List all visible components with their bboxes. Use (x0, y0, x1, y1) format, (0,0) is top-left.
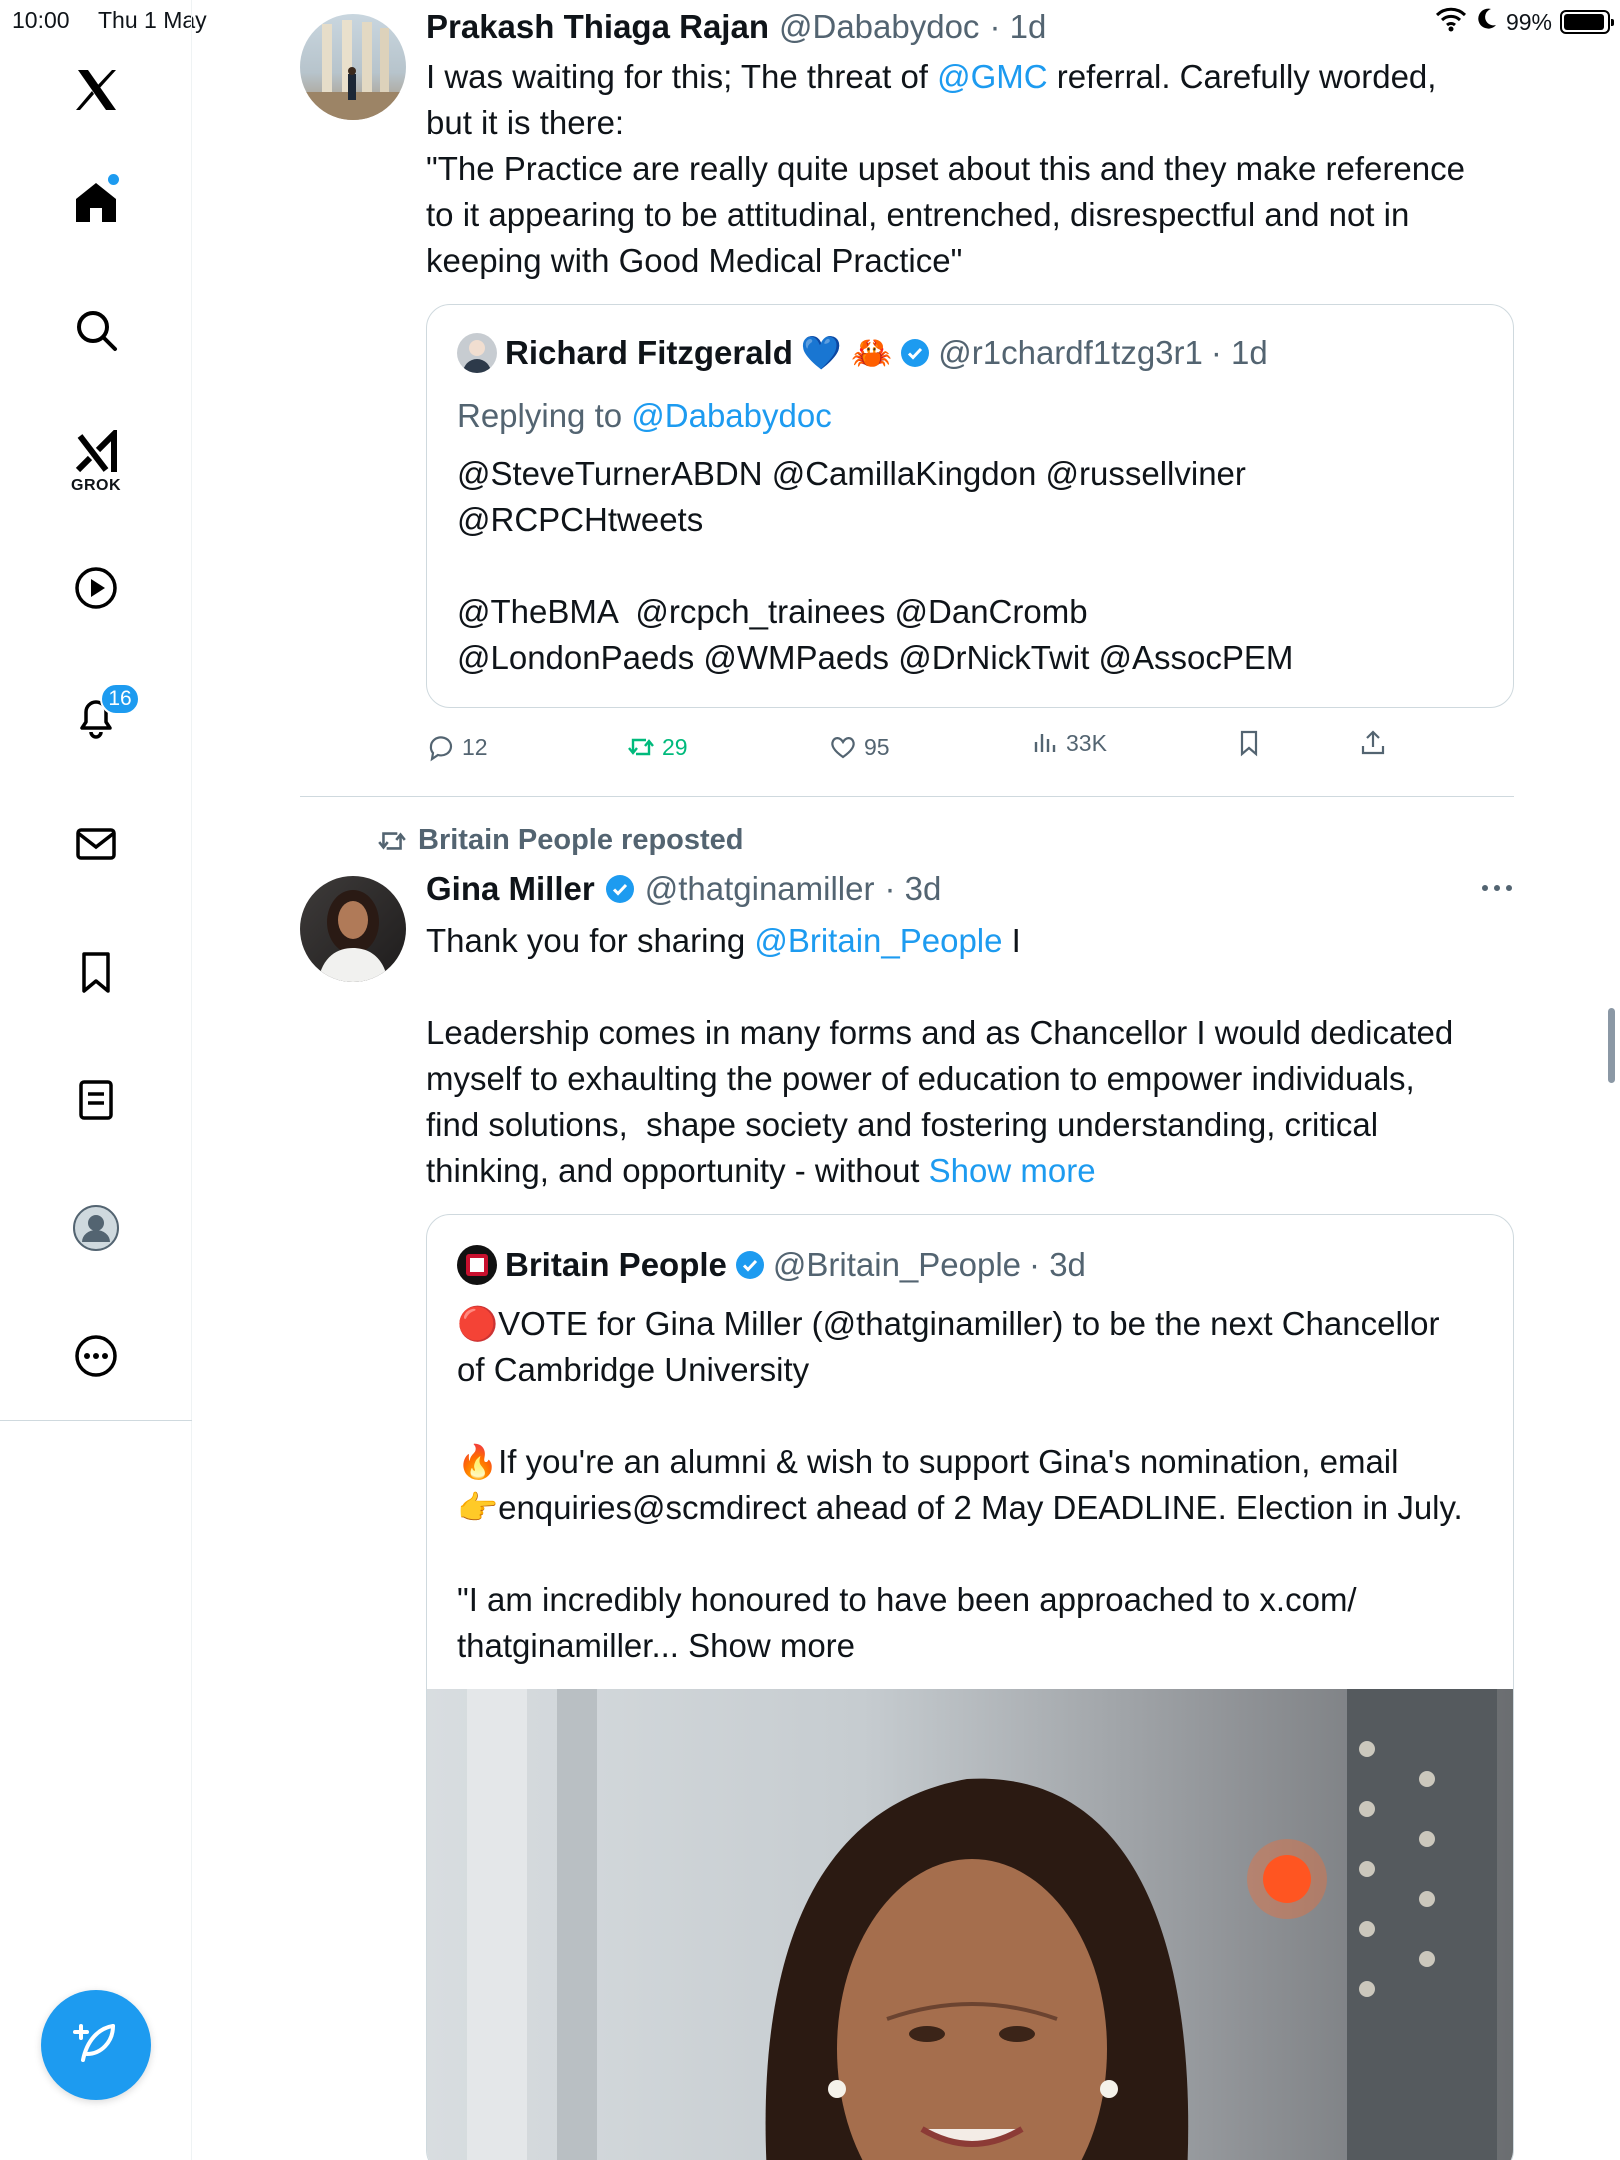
notifications-badge: 16 (100, 683, 140, 715)
quote-time: · 1d (1210, 334, 1268, 371)
views-button[interactable]: 33K (1030, 728, 1107, 758)
verified-badge-icon (901, 339, 930, 367)
scrollbar[interactable] (1608, 1008, 1615, 1083)
repost-icon (628, 738, 654, 756)
sidebar: GROK 16 (0, 0, 192, 2160)
avatar[interactable] (300, 14, 406, 120)
bookmark-icon (1240, 730, 1258, 757)
tweet-time[interactable]: · 1d (989, 8, 1046, 46)
profile-icon[interactable] (66, 1198, 126, 1258)
quote-time: · 3d (1029, 1246, 1086, 1283)
avatar[interactable] (300, 876, 406, 982)
tweet-header: Gina Miller @thatginamiller · 3d (426, 870, 941, 908)
quote-photo[interactable] (427, 1689, 1513, 2160)
compose-button[interactable] (41, 1990, 151, 2100)
views-icon (1034, 734, 1056, 752)
quote-author-name: Richard Fitzgerald (505, 334, 793, 371)
replying-handle-link[interactable]: @Dababydoc (631, 397, 831, 434)
gina-miller-photo (467, 1689, 1497, 2160)
author-name[interactable]: Prakash Thiaga Rajan (426, 8, 769, 46)
view-count: 33K (1066, 729, 1107, 756)
quoted-tweet[interactable]: Britain People @Britain_People · 3d 🔴VOT… (426, 1214, 1514, 2160)
tweet-text: Thank you for sharing (426, 922, 755, 959)
repost-count: 29 (662, 733, 688, 760)
tweet-body: Thank you for sharing @Britain_People I … (426, 918, 1526, 1194)
play-icon[interactable] (66, 558, 126, 618)
quote-header: Richard Fitzgerald 💙 🦀 @r1chardf1tzg3r1 … (457, 333, 1268, 373)
repost-context: Britain People reposted (376, 824, 744, 857)
battery-percent: 99% (1505, 8, 1552, 35)
quote-author-handle: @r1chardf1tzg3r1 (938, 334, 1203, 371)
quote-author-handle: @Britain_People (772, 1246, 1022, 1283)
author-name[interactable]: Gina Miller (426, 870, 595, 908)
ellipsis-icon (1482, 885, 1512, 891)
verified-badge-icon (605, 875, 634, 903)
repost-label[interactable]: Britain People reposted (418, 824, 744, 857)
replying-to: Replying to @Dababydoc (457, 393, 832, 439)
tweet-header: Prakash Thiaga Rajan @Dababydoc · 1d (426, 8, 1046, 46)
quote-avatar[interactable] (457, 333, 497, 373)
mention-link[interactable]: @GMC (937, 58, 1048, 95)
x-logo-icon[interactable] (66, 60, 126, 120)
mail-icon[interactable] (66, 814, 126, 874)
replying-label: Replying to (457, 397, 632, 434)
wifi-icon (1434, 5, 1468, 39)
mention-link[interactable]: @Britain_People (754, 922, 1002, 959)
like-count: 95 (864, 733, 890, 760)
search-icon[interactable] (66, 300, 126, 360)
tweet-time[interactable]: · 3d (884, 870, 941, 908)
compose-feather-icon (73, 2024, 115, 2062)
reply-icon (429, 736, 453, 762)
tweet-divider (300, 796, 1514, 797)
battery-icon (1560, 10, 1614, 34)
more-icon[interactable] (66, 1326, 126, 1386)
tweet-text: I Leadership comes in many forms and as … (426, 922, 1454, 1189)
reply-button[interactable]: 12 (426, 732, 488, 762)
heart-icon (831, 737, 855, 759)
verified-badge-icon (735, 1251, 764, 1279)
tweet-body: I was waiting for this; The threat of @G… (426, 54, 1526, 284)
quote-avatar[interactable] (457, 1245, 497, 1285)
like-button[interactable]: 95 (828, 732, 890, 762)
bookmark-button[interactable] (1234, 728, 1264, 758)
more-options-button[interactable] (1480, 878, 1514, 903)
grok-icon[interactable] (66, 424, 126, 484)
share-icon (1361, 730, 1385, 755)
repost-button[interactable]: 29 (626, 732, 688, 762)
share-button[interactable] (1358, 728, 1388, 758)
quote-author-name: Britain People (505, 1246, 727, 1283)
status-right: 99% (1434, 5, 1614, 39)
quote-text: @SteveTurnerABDN @CamillaKingdon @russel… (457, 455, 1294, 676)
moon-icon (1476, 7, 1498, 37)
grok-label: GROK (71, 477, 121, 494)
heart-crab-emoji: 💙 🦀 (800, 333, 893, 371)
author-handle[interactable]: @thatginamiller (645, 870, 875, 908)
list-icon[interactable] (66, 1070, 126, 1130)
home-unread-dot (108, 174, 119, 185)
quote-header: Britain People @Britain_People · 3d (457, 1245, 1086, 1285)
bookmark-icon[interactable] (66, 942, 126, 1002)
repost-icon (378, 831, 406, 850)
quoted-tweet[interactable]: Richard Fitzgerald 💙 🦀 @r1chardf1tzg3r1 … (426, 304, 1514, 708)
author-handle[interactable]: @Dababydoc (779, 8, 979, 46)
show-more-link[interactable]: Show more (929, 1152, 1096, 1189)
quote-text: 🔴VOTE for Gina Miller (@thatginamiller) … (457, 1305, 1463, 1664)
sidebar-divider (0, 1420, 192, 1421)
tweet-text: I was waiting for this; The threat of (426, 58, 938, 95)
reply-count: 12 (462, 733, 488, 760)
